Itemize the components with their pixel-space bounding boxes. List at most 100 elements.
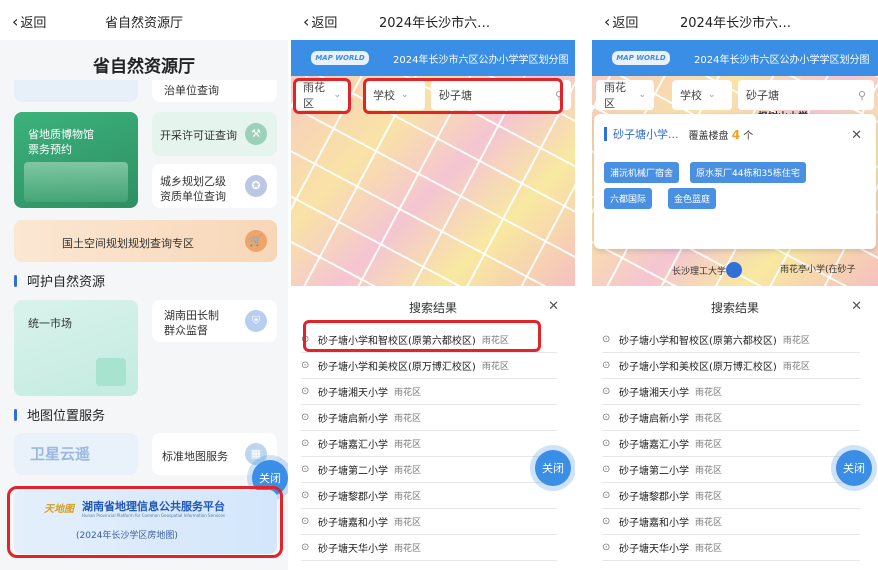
highlight-first-result — [303, 320, 541, 352]
close-floating-label: 关闭 — [542, 462, 564, 475]
back-button[interactable]: ‹ 返回 — [303, 12, 337, 31]
card-field-chief[interactable]: 湖南田长制 群众监督 ⛨ — [152, 300, 277, 342]
top-bar: ‹ 返回 省自然资源厅 — [0, 0, 288, 40]
card-market-label: 统一市场 — [28, 317, 72, 330]
card-museum-line2: 票务预约 — [28, 143, 72, 156]
result-district: 雨花区 — [394, 544, 422, 554]
location-pin-icon: ⊙ — [602, 464, 611, 475]
district-select[interactable]: 雨花区 ⌄ — [596, 80, 654, 110]
result-item[interactable]: ⊙ 砂子塘小学和美校区(原万博汇校区) 雨花区 — [301, 353, 557, 379]
result-district: 雨花区 — [394, 492, 422, 502]
page-title: 2024年长沙市六… — [379, 16, 491, 31]
result-item[interactable]: ⊙ 砂子塘嘉和小学 雨花区 — [301, 509, 557, 535]
result-name: 砂子塘湘天小学 — [619, 388, 689, 399]
result-name: 砂子塘黎郡小学 — [318, 492, 388, 503]
map-label-bottom-right: 雨花亭小学(在砂子 — [780, 265, 856, 275]
chevron-left-icon: ‹ — [604, 11, 611, 31]
back-label: 返回 — [612, 16, 639, 31]
card-land-plan[interactable]: 国土空间规划规划查询专区 🛒 — [14, 220, 277, 262]
result-name: 砂子塘小学和智校区(原第六都校区) — [619, 336, 777, 347]
back-button[interactable]: ‹ 返回 — [604, 12, 638, 31]
result-name: 砂子塘第二小学 — [318, 466, 388, 477]
card-field-chief-line2: 群众监督 — [164, 324, 208, 337]
result-district: 雨花区 — [782, 362, 810, 372]
result-item[interactable]: ⊙ 砂子塘天华小学 雨花区 — [602, 535, 860, 561]
chevron-down-icon: ⌄ — [708, 90, 716, 100]
top-bar: ‹ 返回 2024年长沙市六… — [592, 0, 878, 40]
results-title: 搜索结果 — [408, 301, 457, 315]
panel-coverage: ‹ 返回 2024年长沙市六… MAP WORLD 2024年长沙市六区公办小学学… — [592, 0, 878, 570]
museum-building-image — [24, 162, 128, 202]
result-item[interactable]: ⊙ 砂子塘湘天小学 雨花区 — [301, 379, 557, 405]
result-item[interactable]: ⊙ 砂子塘第二小学 雨花区 — [602, 457, 860, 483]
result-item[interactable]: ⊙ 砂子塘嘉和小学 雨花区 — [602, 509, 860, 535]
close-icon[interactable]: ✕ — [851, 128, 862, 143]
result-district: 雨花区 — [394, 518, 422, 528]
result-name: 砂子塘嘉汇小学 — [619, 440, 689, 451]
card-mining-permit[interactable]: 开采许可证查询 ⚒ — [152, 112, 277, 156]
map-pin-icon — [726, 262, 742, 278]
estate-tag[interactable]: 金色蓝庭 — [668, 188, 717, 209]
location-pin-icon: ⊙ — [602, 360, 611, 371]
panel-search-results: ‹ 返回 2024年长沙市六… MAP WORLD 2024年长沙市六区公办小学学… — [291, 0, 575, 570]
card-units-query-label: 治单位查询 — [164, 84, 219, 97]
location-pin-icon: ⊙ — [602, 386, 611, 397]
close-icon[interactable]: ✕ — [548, 299, 559, 314]
cart-icon: 🛒 — [245, 230, 267, 252]
result-item[interactable]: ⊙ 砂子塘启新小学 雨花区 — [301, 405, 557, 431]
result-item[interactable]: ⊙ 砂子塘小学和智校区(原第六都校区) 雨花区 — [602, 327, 860, 353]
estate-tag[interactable]: 六都国际 — [604, 188, 653, 209]
search-input[interactable]: 砂子塘 ⚲ — [738, 80, 874, 110]
result-item[interactable]: ⊙ 砂子塘嘉汇小学 雨花区 — [301, 431, 557, 457]
estate-tag[interactable]: 原水泵厂44栋和35栋住宅 — [690, 162, 806, 183]
page-title: 省自然资源厅 — [104, 16, 183, 31]
card-satellite[interactable]: 卫星云遥 — [14, 433, 138, 475]
close-floating-button[interactable]: 关闭 — [535, 450, 571, 486]
location-pin-icon: ⊙ — [602, 542, 611, 553]
popup-count: 4 — [731, 127, 741, 142]
result-item[interactable]: ⊙ 砂子塘小学和美校区(原万博汇校区) 雨花区 — [602, 353, 860, 379]
card-top-left[interactable] — [14, 80, 138, 102]
estate-tag[interactable]: 浦沅机械厂宿舍 — [604, 162, 680, 183]
top-bar: ‹ 返回 2024年长沙市六… — [291, 0, 575, 40]
result-item[interactable]: ⊙ 砂子塘嘉汇小学 雨花区 — [602, 431, 860, 457]
result-district: 雨花区 — [695, 388, 723, 398]
section-map-service: 地图位置服务 — [14, 405, 105, 424]
result-name: 砂子塘启新小学 — [619, 414, 689, 425]
result-district: 雨花区 — [695, 492, 723, 502]
result-name: 砂子塘湘天小学 — [318, 388, 388, 399]
result-name: 砂子塘小学和美校区(原万博汇校区) — [318, 362, 476, 373]
map-view[interactable] — [291, 40, 575, 286]
close-floating-label: 关闭 — [259, 472, 281, 485]
type-select[interactable]: 学校 ⌄ — [672, 80, 732, 110]
card-urban-plan-line1: 城乡规划乙级 — [160, 175, 226, 188]
result-item[interactable]: ⊙ 砂子塘第二小学 雨花区 — [301, 457, 557, 483]
result-name: 砂子塘黎郡小学 — [619, 492, 689, 503]
result-item[interactable]: ⊙ 砂子塘启新小学 雨花区 — [602, 405, 860, 431]
close-floating-button[interactable]: 关闭 — [836, 450, 872, 486]
card-market[interactable]: 统一市场 — [14, 300, 138, 396]
result-item[interactable]: ⊙ 砂子塘黎郡小学 雨花区 — [602, 483, 860, 509]
highlight-platform — [7, 486, 283, 558]
popup-school-name: 砂子塘小学... — [613, 128, 679, 141]
result-item[interactable]: ⊙ 砂子塘黎郡小学 雨花区 — [301, 483, 557, 509]
section-bar — [14, 408, 17, 421]
result-name: 砂子塘第二小学 — [619, 466, 689, 477]
district-select-label: 雨花区 — [604, 81, 626, 110]
result-district: 雨花区 — [394, 440, 422, 450]
chevron-left-icon: ‹ — [303, 11, 310, 31]
card-units-query[interactable]: 治单位查询 — [152, 80, 277, 102]
result-item[interactable]: ⊙ 砂子塘湘天小学 雨花区 — [602, 379, 860, 405]
card-urban-plan[interactable]: 城乡规划乙级 资质单位查询 ✪ — [152, 164, 277, 208]
popup-title-bar — [604, 127, 607, 141]
location-pin-icon: ⊙ — [301, 360, 310, 371]
result-district: 雨花区 — [695, 518, 723, 528]
results-list: ⊙ 砂子塘小学和智校区(原第六都校区) 雨花区 ⊙ 砂子塘小学和美校区(原万博汇校区) 雨… — [301, 327, 557, 561]
panel-ministry: ‹ 返回 省自然资源厅 省自然资源厅 治单位查询 省地质博物馆 票务预约 开采许可… — [0, 0, 288, 570]
chevron-down-icon: ⌄ — [638, 90, 646, 100]
card-museum[interactable]: 省地质博物馆 票务预约 — [14, 112, 138, 208]
close-icon[interactable]: ✕ — [851, 299, 862, 314]
result-district: 雨花区 — [394, 414, 422, 424]
result-item[interactable]: ⊙ 砂子塘天华小学 雨花区 — [301, 535, 557, 561]
location-pin-icon: ⊙ — [602, 516, 611, 527]
